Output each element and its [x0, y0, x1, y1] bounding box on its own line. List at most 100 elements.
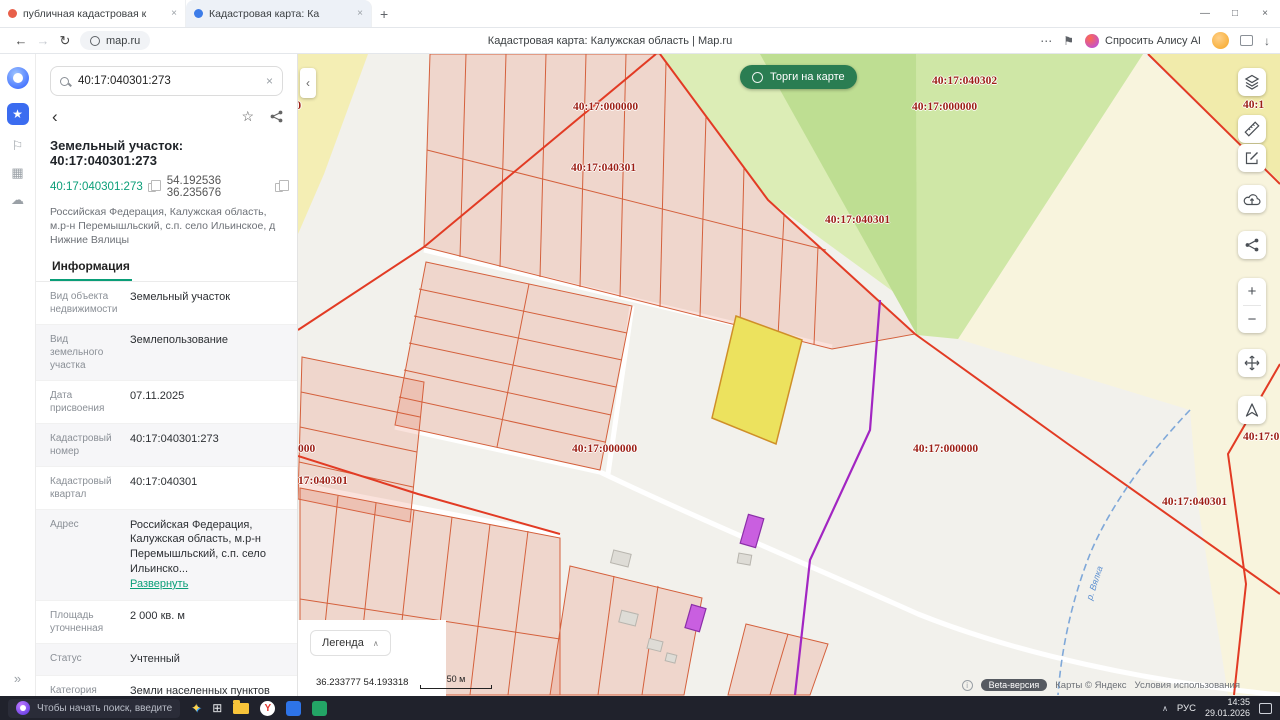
tableau-icon[interactable]: ▦ [11, 166, 23, 179]
tab-information[interactable]: Информация [50, 252, 132, 281]
ask-alice-button[interactable]: Спросить Алису AI [1085, 33, 1201, 48]
tab-favicon [8, 9, 17, 18]
beta-badge: Beta-версия [980, 679, 1048, 691]
location-arrow-icon [1245, 403, 1259, 417]
info-icon[interactable]: i [961, 679, 973, 691]
info-row-value: Учтенный [130, 652, 180, 665]
close-window-button[interactable]: × [1250, 0, 1280, 27]
info-row: Кадастровый квартал 40:17:040301 [36, 467, 297, 510]
clear-search-icon[interactable]: × [266, 74, 273, 88]
info-row-value: Земли населенных пунктов [130, 684, 270, 696]
cursor-coordinates: 36.233777 54.193318 [316, 677, 409, 688]
tab-cadastral-map[interactable]: Кадастровая карта: Ка × [186, 0, 372, 27]
info-row-value: 40:17:040301 [130, 475, 198, 488]
extensions-icon[interactable] [1240, 35, 1253, 46]
alice-sidebar-icon[interactable] [6, 67, 29, 89]
info-row: Площадь уточненная 2 000 кв. м [36, 601, 297, 644]
clock[interactable]: 14:35 29.01.2026 [1205, 697, 1250, 719]
bookmark-icon[interactable]: ⚑ [1063, 35, 1074, 47]
copy-icon[interactable] [147, 180, 162, 192]
language-indicator[interactable]: РУС [1177, 703, 1196, 714]
quarter-label: 40:17:000000 [913, 443, 979, 455]
quarter-label: 40:17:0 [1243, 431, 1280, 443]
map-viewport[interactable]: 40:17:000000 40:17:000000 40:17:040301 40:1… [298, 54, 1280, 696]
time: 14:35 [1227, 697, 1250, 708]
taskbar-search[interactable]: Чтобы начать поиск, введите [8, 698, 181, 718]
quarter-label: 40:17:040301 [825, 214, 891, 226]
favorites-button[interactable]: ★ [6, 103, 29, 125]
favorite-object-icon[interactable]: ☆ [241, 108, 254, 125]
map-search-box[interactable]: × [50, 66, 283, 96]
pan-mode-button[interactable] [1238, 349, 1266, 377]
layers-button[interactable] [1238, 68, 1266, 96]
notifications-icon[interactable] [1259, 702, 1272, 714]
share-object-icon[interactable] [270, 110, 283, 123]
chevron-up-icon: ∧ [372, 638, 379, 648]
minimize-button[interactable]: — [1190, 0, 1220, 27]
yandex-browser-icon[interactable]: Y [260, 700, 276, 716]
browser-side-panel: ★ ⚐ ▦ ☁ » [0, 54, 36, 696]
tab-label: публичная кадастровая к [23, 7, 147, 20]
collapse-panel-button[interactable]: ‹ [300, 68, 316, 98]
tab-close-icon[interactable]: × [171, 8, 177, 19]
task-view-icon[interactable]: ⊞ [212, 702, 222, 714]
expand-address-link[interactable]: Развернуть [130, 578, 188, 590]
quarter-label: 40:1 [1243, 99, 1265, 111]
back-button[interactable]: ← [10, 33, 32, 48]
app-icon-green[interactable] [312, 700, 328, 716]
zoom-in-button[interactable]: + [1238, 278, 1266, 305]
cloud-icon[interactable]: ☁ [11, 193, 24, 206]
url-text: map.ru [106, 34, 141, 47]
date: 29.01.2026 [1204, 708, 1250, 718]
more-menu-icon[interactable]: ⋯ [1040, 35, 1052, 47]
new-tab-button[interactable]: + [380, 7, 388, 21]
panel-tabs: Информация [36, 252, 297, 282]
object-address: Российская Федерация, Калужская область,… [50, 206, 276, 247]
info-row-label: Дата присвоения [50, 389, 105, 414]
export-button[interactable] [1238, 185, 1266, 213]
info-row-label: Кадастровый номер [50, 432, 112, 457]
object-title: Земельный участок: 40:17:040301:273 [50, 138, 184, 168]
info-row-label: Вид объекта недвижимости [50, 290, 118, 315]
star-icon: ★ [12, 107, 23, 121]
widgets-icon[interactable]: ✦ [191, 701, 201, 715]
info-row-label: Статус [50, 652, 82, 664]
profile-avatar[interactable] [1212, 32, 1229, 49]
measure-button[interactable] [1238, 115, 1266, 143]
auctions-on-map-toggle[interactable]: Торги на карте [740, 65, 857, 89]
copy-icon[interactable] [275, 180, 289, 192]
tab-public-cadastral[interactable]: публичная кадастровая к × [0, 0, 186, 27]
maximize-button[interactable]: □ [1220, 0, 1250, 27]
app-icon-blue[interactable] [286, 700, 302, 716]
share-icon [1245, 238, 1259, 252]
my-location-button[interactable] [1238, 396, 1266, 424]
draw-button[interactable] [1238, 144, 1266, 172]
zoom-out-button[interactable]: − [1238, 306, 1266, 333]
map-canvas [298, 54, 1280, 696]
info-row-value: 07.11.2025 [130, 389, 185, 402]
info-row-label: Адрес [50, 518, 79, 530]
terms-link[interactable]: Условия использования [1135, 680, 1240, 691]
taskbar-search-placeholder: Чтобы начать поиск, введите [37, 702, 173, 714]
site-info-icon [90, 35, 100, 46]
quarter-label: 40:17:040302 [932, 75, 998, 87]
tab-close-icon[interactable]: × [357, 8, 363, 19]
alice-icon [1085, 33, 1100, 48]
cadastral-number-link[interactable]: 40:17:040301:273 [50, 181, 143, 193]
scale-label: 50 м [446, 674, 466, 684]
alice-search-icon [16, 701, 30, 715]
legend-button[interactable]: Легенда ∧ [310, 630, 391, 656]
info-row: Адрес Российская Федерация, Калужская обл… [36, 509, 297, 601]
url-field[interactable]: map.ru [80, 31, 151, 50]
search-input[interactable] [76, 74, 259, 88]
downloads-icon[interactable]: ↓ [1264, 35, 1270, 47]
refresh-button[interactable]: ↻ [54, 33, 76, 49]
share-map-button[interactable] [1238, 231, 1266, 259]
collections-icon[interactable]: ⚐ [12, 139, 24, 152]
file-explorer-icon[interactable] [233, 699, 250, 714]
info-row: Дата присвоения 07.11.2025 [36, 381, 297, 424]
expand-sidebar-icon[interactable]: » [14, 671, 21, 686]
forward-button[interactable]: → [32, 33, 54, 48]
tray-expand-icon[interactable]: ∧ [1162, 704, 1168, 713]
back-to-results-button[interactable]: ‹ [52, 108, 58, 125]
